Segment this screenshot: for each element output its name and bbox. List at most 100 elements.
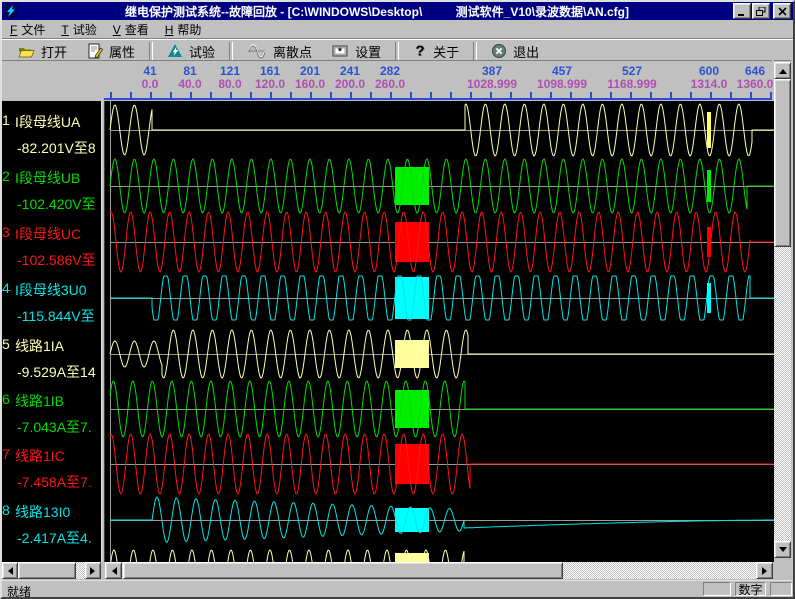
toolbar-about-label: 关于 xyxy=(433,42,459,61)
channel-name: I段母线UA xyxy=(15,112,80,132)
ruler-baseline xyxy=(104,98,772,100)
arrow-up-icon xyxy=(779,65,787,74)
vscroll-down-button[interactable] xyxy=(774,541,791,558)
wave-hscroll-right-button[interactable] xyxy=(756,562,773,579)
app-lightning-icon xyxy=(4,4,18,18)
channel-name: 线路1IA xyxy=(15,336,64,356)
open-folder-icon xyxy=(18,44,35,59)
arrow-right-icon xyxy=(90,567,99,575)
ruler-sample-label: 161 xyxy=(260,64,280,78)
status-panel-blank2 xyxy=(770,582,792,596)
channel-name: I段母线UC xyxy=(15,224,81,244)
svg-text:*: * xyxy=(338,47,342,58)
waveform-plot[interactable] xyxy=(105,101,774,562)
channel-number: 4 xyxy=(2,280,10,296)
channel-range: -7.458A至7. xyxy=(17,472,92,492)
toolbar-discrete-label: 离散点 xyxy=(273,42,312,61)
cursor-bar xyxy=(707,170,711,202)
restore-icon xyxy=(756,7,766,16)
menu-help[interactable]: H帮助 xyxy=(157,20,210,39)
channel-name: 线路13I0 xyxy=(15,502,70,522)
channel-name: 线路1IB xyxy=(15,391,64,411)
menu-view-label: 查看 xyxy=(125,23,149,37)
channel-range: -115.844V至 xyxy=(17,306,95,326)
vscroll-thumb[interactable] xyxy=(774,79,791,247)
toolbar-test-label: 试验 xyxy=(189,42,215,61)
channel-number: 5 xyxy=(2,336,10,352)
ruler-sample-label: 387 xyxy=(482,64,502,78)
channel-number: 8 xyxy=(2,502,10,518)
ruler-time-label: 0.0 xyxy=(142,77,159,91)
channel-label-pane: 1I段母线UA-82.201V至82I段母线UB-102.420V至3I段母线U… xyxy=(2,101,101,562)
ruler-time-label: 80.0 xyxy=(218,77,241,91)
ruler-time-label: 40.0 xyxy=(178,77,201,91)
toolbar-separator xyxy=(395,42,399,60)
channel-range: -102.586V至 xyxy=(17,250,96,270)
channel-name: I段母线3U0 xyxy=(15,280,87,300)
toolbar-separator xyxy=(149,42,153,60)
toolbar-separator xyxy=(229,42,233,60)
toolbar-separator xyxy=(473,42,477,60)
svg-text:?: ? xyxy=(415,43,424,59)
menu-file-label: 文件 xyxy=(21,23,45,37)
channel-range: -9.529A至14 xyxy=(17,362,96,382)
menu-file-hotkey: F xyxy=(10,23,17,37)
status-mode-panel: 数字 xyxy=(735,582,766,596)
menu-view-hotkey: V xyxy=(113,23,121,37)
exit-icon xyxy=(491,43,507,59)
arrow-left-icon xyxy=(4,567,13,575)
channel-number: 3 xyxy=(2,224,10,240)
restore-button[interactable] xyxy=(752,3,770,19)
channel-number: 2 xyxy=(2,168,10,184)
channel-number: 6 xyxy=(2,391,10,407)
ruler-time-label: 1028.999 xyxy=(467,77,517,91)
test-lightning-icon xyxy=(167,43,183,59)
window-controls xyxy=(732,3,791,19)
ruler-sample-label: 41 xyxy=(143,64,156,78)
channel-range: -2.417A至4. xyxy=(17,528,92,548)
channel-range: -102.420V至 xyxy=(17,194,96,214)
wave-hscroll-left-button[interactable] xyxy=(105,562,122,579)
ruler-sample-label: 600 xyxy=(699,64,719,78)
waveform-trace xyxy=(110,550,774,562)
ruler-sample-label: 201 xyxy=(300,64,320,78)
cursor-bar xyxy=(707,112,711,148)
arrow-left-icon xyxy=(108,567,117,575)
menu-help-hotkey: H xyxy=(165,23,174,37)
event-marker-square xyxy=(395,508,429,532)
toolbar-open-label: 打开 xyxy=(41,42,67,61)
ruler-time-label: 160.0 xyxy=(295,77,325,91)
labels-hscroll-thumb[interactable] xyxy=(18,562,76,579)
ruler-time-label: 1314.0 xyxy=(691,77,728,91)
close-icon xyxy=(778,7,787,16)
minimize-button[interactable] xyxy=(733,3,751,19)
channel-range: -7.043A至7. xyxy=(17,417,92,437)
status-ready-text: 就绪 xyxy=(7,583,31,599)
ruler-sample-label: 81 xyxy=(183,64,196,78)
menu-file[interactable]: F 文件 xyxy=(2,20,53,39)
ruler-time-label: 1168.999 xyxy=(607,77,656,91)
ruler-sample-label: 646 xyxy=(745,64,765,78)
wave-hscroll-thumb[interactable] xyxy=(123,562,563,579)
toolbar-settings-label: 设置 xyxy=(355,42,381,61)
ruler-sample-label: 121 xyxy=(220,64,240,78)
labels-hscroll-right-button[interactable] xyxy=(85,562,101,579)
ruler-sample-label: 457 xyxy=(552,64,572,78)
app-window: 继电保护测试系统--故障回放 - [C:\WINDOWS\Desktop\ 测试… xyxy=(0,0,795,599)
time-ruler: 410.08140.012180.0161120.0201160.0241200… xyxy=(2,60,772,102)
vscroll-up-button[interactable] xyxy=(774,62,791,79)
channel-number: 7 xyxy=(2,446,10,462)
titlebar[interactable]: 继电保护测试系统--故障回放 - [C:\WINDOWS\Desktop\ 测试… xyxy=(2,2,793,20)
ruler-sample-label: 282 xyxy=(380,64,400,78)
cursor-bar xyxy=(707,227,711,257)
labels-hscroll-left-button[interactable] xyxy=(2,562,18,579)
cursor-bar xyxy=(707,283,711,313)
menu-view[interactable]: V 查看 xyxy=(105,20,157,39)
statusbar: 就绪 数字 xyxy=(2,580,793,598)
about-icon: ? ? xyxy=(413,43,427,59)
minimize-icon xyxy=(737,7,747,16)
close-button[interactable] xyxy=(773,3,791,19)
menu-test[interactable]: T试验 xyxy=(53,20,104,39)
ruler-time-label: 1360.0 xyxy=(737,77,774,91)
menu-help-label: 帮助 xyxy=(177,23,201,37)
